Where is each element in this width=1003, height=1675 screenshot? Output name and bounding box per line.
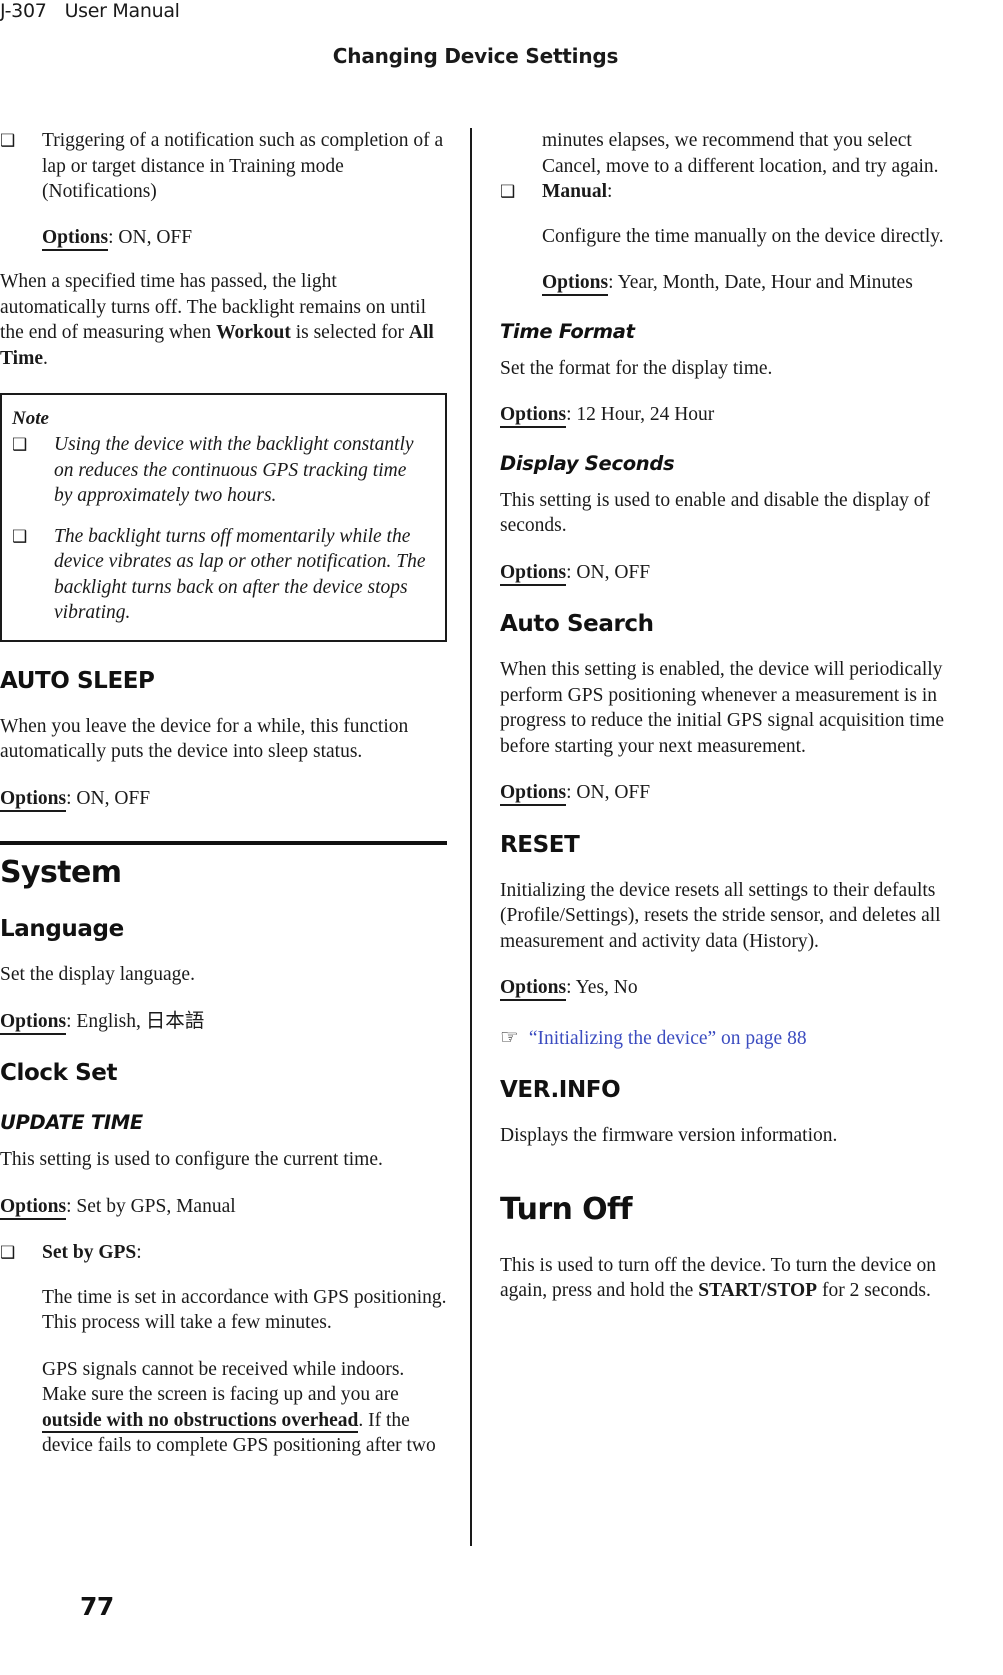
paragraph-manual: Configure the time manually on the devic… [542,225,944,247]
options-value: : ON, OFF [566,561,651,583]
cross-reference-text[interactable]: “Initializing the device” on page 88 [529,1026,807,1052]
options-label: Options [0,1010,67,1035]
paragraph-reset: Initializing the device resets all setti… [500,879,941,952]
heading-auto-search: Auto Search [500,611,654,637]
term-suffix: : [607,181,613,202]
options-label: Options [500,977,567,1001]
heading-turn-off: Turn Off [500,1191,633,1227]
pointing-hand-icon: ☞ [500,1024,519,1049]
options-value: : Yes, No [566,977,638,998]
options-line: Options: English, 日本語 [0,1009,447,1035]
options-value: : ON, OFF [108,226,193,248]
note-list-item-text: The backlight turns off momentarily whil… [54,525,426,624]
paragraph-language: Set the display language. [0,964,195,985]
heading-clock-set: Clock Set [0,1060,118,1086]
options-label: Options [0,787,67,812]
options-line: Options: Yes, No [500,975,947,1001]
list-item: ❑ Triggering of a notification such as c… [0,128,447,251]
text-run: for 2 seconds. [817,1280,931,1301]
note-title: Note [12,408,49,429]
paragraph-gps-continuation: minutes elapses, we recommend that you s… [542,130,939,177]
text-run: is selected for [290,322,409,343]
options-value: : ON, OFF [66,787,151,809]
term-set-by-gps: Set by GPS [42,1242,137,1263]
heading-reset: RESET [500,831,580,858]
paragraph-auto-search: When this setting is enabled, the device… [500,659,945,757]
running-header: J-307 User Manual [0,0,180,22]
checkbox-bullet-icon: ❑ [12,435,28,454]
options-line: Options: Set by GPS, Manual [0,1194,447,1220]
note-list-item-text: Using the device with the backlight cons… [54,434,414,506]
paragraph-update-time: This setting is used to configure the cu… [0,1149,383,1170]
options-line: Options: ON, OFF [42,225,447,251]
paragraph-display-seconds: This setting is used to enable and disab… [500,489,930,537]
list-item: ❑ Set by GPS: [0,1240,447,1266]
options-label: Options [0,1195,67,1220]
term-manual: Manual [542,181,608,202]
options-line: Options: ON, OFF [500,780,947,806]
options-value: : 12 Hour, 24 Hour [566,404,715,425]
document-type: User Manual [64,0,180,22]
manual-details: Configure the time manually on the devic… [542,224,947,296]
emphasis-start-stop: START/STOP [698,1280,818,1301]
column-divider [470,128,472,1546]
heading-auto-sleep: AUTO SLEEP [0,667,155,694]
set-by-gps-details: The time is set in accordance with GPS p… [42,1285,447,1459]
chapter-title: Changing Device Settings [332,44,619,68]
checkbox-bullet-icon: ❑ [0,131,16,150]
gps-continuation-block: minutes elapses, we recommend that you s… [542,128,947,179]
heading-language: Language [0,916,124,942]
options-value: : ON, OFF [566,782,651,803]
list-item: ❑ Manual: [500,179,947,205]
note-list-item: ❑ The backlight turns off momentarily wh… [12,524,429,626]
page-number: 77 [80,1592,114,1621]
heading-time-format: Time Format [500,319,635,343]
text-run: . [42,347,48,369]
paragraph-gps-2: GPS signals cannot be received while ind… [42,1357,447,1459]
options-line: Options: 12 Hour, 24 Hour [500,402,947,428]
options-line: Options: ON, OFF [0,786,447,812]
options-line: Options: Year, Month, Date, Hour and Min… [542,270,947,296]
options-line: Options: ON, OFF [500,560,947,586]
checkbox-bullet-icon: ❑ [0,1243,16,1262]
checkbox-bullet-icon: ❑ [500,182,516,201]
list-item-body: Triggering of a notification such as com… [42,128,447,251]
paragraph-backlight: When a specified time has passed, the li… [0,269,447,371]
options-label: Options [42,226,109,251]
options-label: Options [500,404,567,428]
paragraph-time-format: Set the format for the display time. [500,357,773,379]
manual-page: J-307 User Manual Changing Device Setting… [0,0,1003,1675]
paragraph-gps-1: The time is set in accordance with GPS p… [42,1286,447,1334]
heading-update-time: UPDATE TIME [0,1111,143,1134]
cross-reference-link[interactable]: ☞ “Initializing the device” on page 88 [500,1025,947,1052]
heading-system: System [0,841,447,890]
options-label: Options [500,782,567,806]
heading-display-seconds: Display Seconds [500,451,675,475]
body-columns: ❑ Triggering of a notification such as c… [0,128,1003,1548]
heading-ver-info: VER.INFO [500,1077,621,1103]
emphasis-workout: Workout [216,322,291,343]
paragraph-auto-sleep: When you leave the device for a while, t… [0,715,409,763]
text-run: GPS signals cannot be received while ind… [42,1358,405,1406]
options-value: : Set by GPS, Manual [66,1195,236,1217]
paragraph-ver-info: Displays the firmware version informatio… [500,1125,838,1146]
options-label: Options [542,272,609,296]
note-list-item: ❑ Using the device with the backlight co… [12,432,429,509]
note-box: Note ❑ Using the device with the backlig… [0,393,447,642]
left-column: ❑ Triggering of a notification such as c… [0,128,447,1548]
emphasis-outside-no-obstructions: outside with no obstructions overhead [42,1409,359,1433]
options-label: Options [500,561,567,586]
paragraph: Triggering of a notification such as com… [42,130,444,202]
options-value: : English, 日本語 [66,1010,205,1032]
list-item-body: Set by GPS: [42,1240,447,1266]
list-item-body: Manual: [542,179,947,205]
right-column: minutes elapses, we recommend that you s… [500,128,947,1548]
options-value: : Year, Month, Date, Hour and Minutes [608,272,913,293]
document-code: J-307 [0,0,47,22]
checkbox-bullet-icon: ❑ [12,526,28,546]
term-suffix: : [136,1242,142,1263]
paragraph-turn-off: This is used to turn off the device. To … [500,1253,947,1304]
